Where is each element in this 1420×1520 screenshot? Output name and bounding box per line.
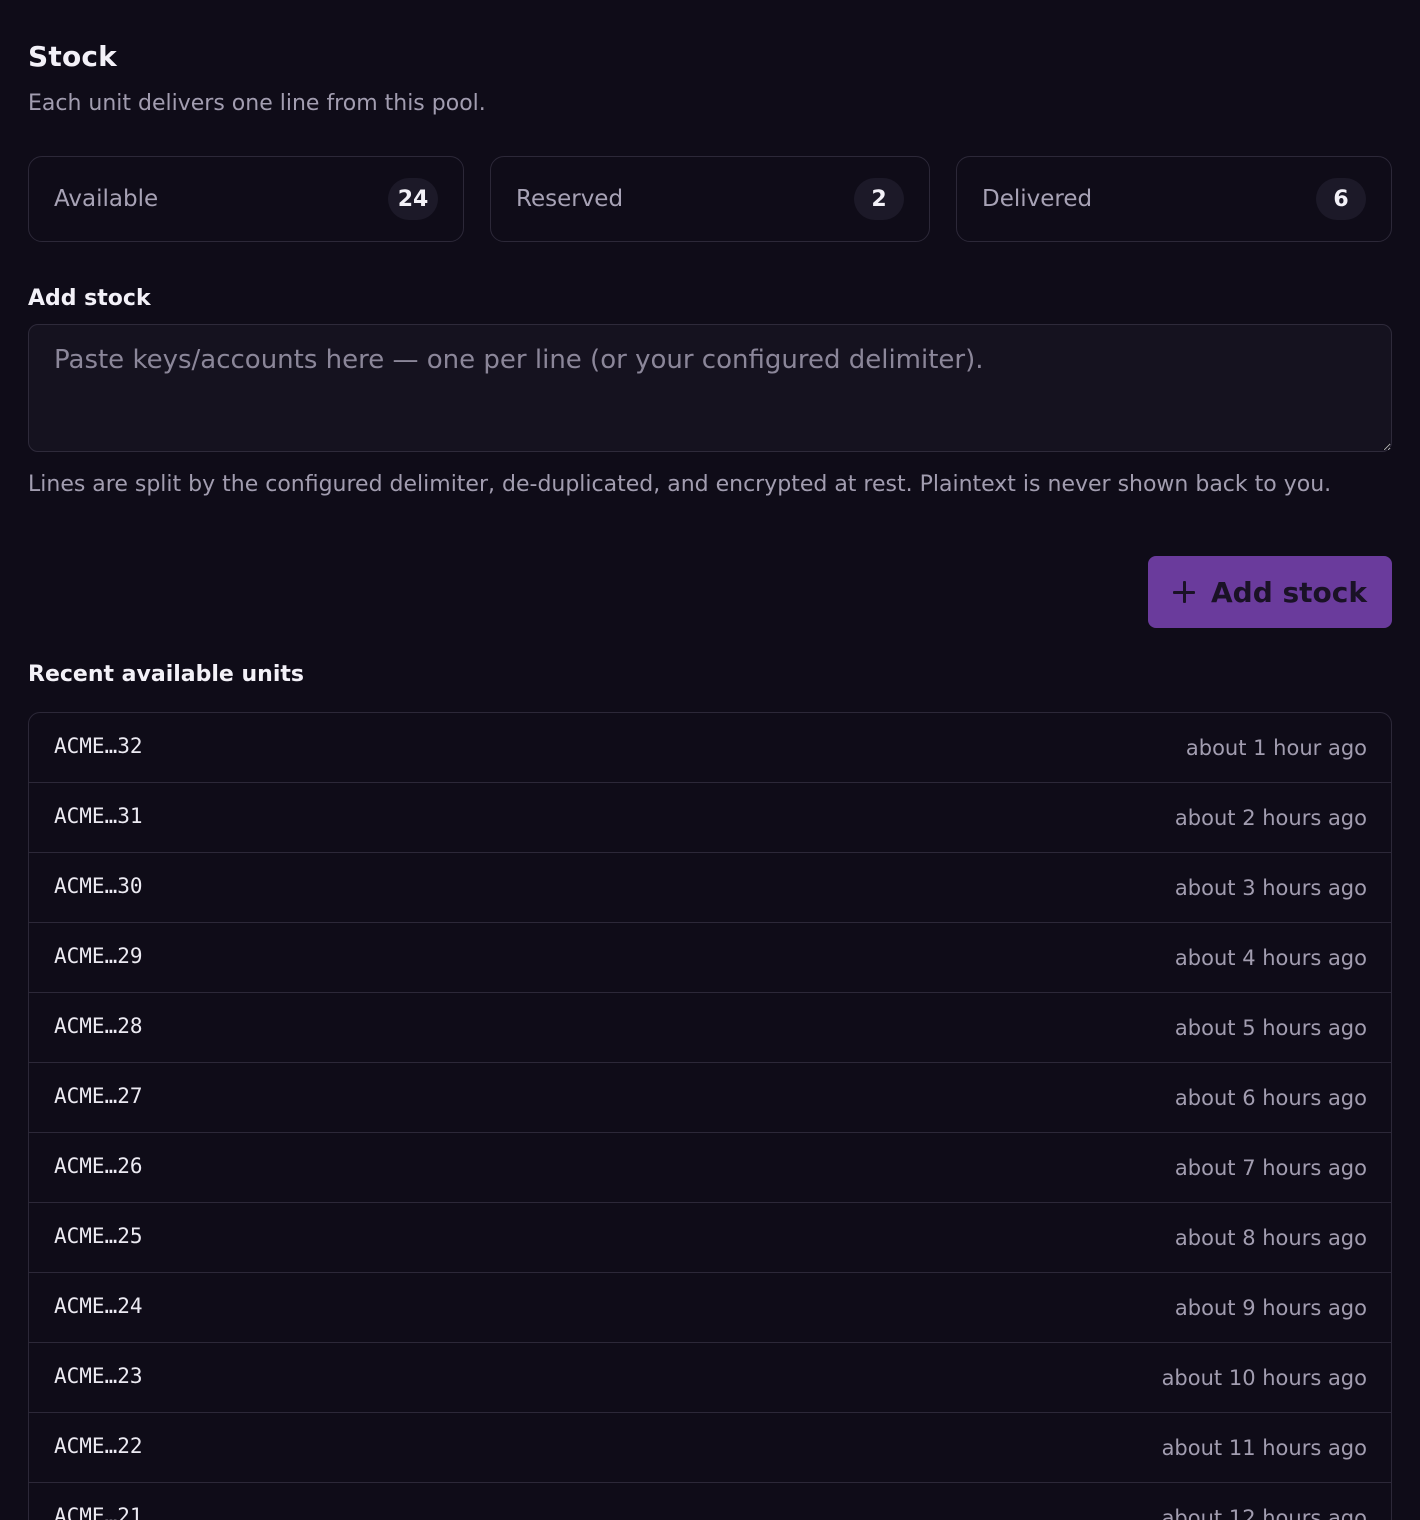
recent-units-list: ACME…32 about 1 hour ago ACME…31 about 2… bbox=[28, 712, 1392, 1520]
stat-count-badge: 6 bbox=[1316, 178, 1366, 220]
list-item: ACME…23 about 10 hours ago bbox=[29, 1343, 1391, 1413]
stat-count-badge: 2 bbox=[854, 178, 904, 220]
unit-code: ACME…28 bbox=[54, 1013, 143, 1038]
stat-label: Delivered bbox=[982, 186, 1093, 212]
list-item: ACME…32 about 1 hour ago bbox=[29, 713, 1391, 783]
list-item: ACME…24 about 9 hours ago bbox=[29, 1273, 1391, 1343]
list-item: ACME…26 about 7 hours ago bbox=[29, 1133, 1391, 1203]
list-item: ACME…29 about 4 hours ago bbox=[29, 923, 1391, 993]
stat-card-delivered: Delivered 6 bbox=[956, 156, 1392, 242]
unit-timestamp: about 3 hours ago bbox=[1174, 875, 1367, 900]
add-stock-helper-text: Lines are split by the configured delimi… bbox=[28, 472, 1332, 497]
unit-timestamp: about 5 hours ago bbox=[1174, 1015, 1367, 1040]
unit-timestamp: about 6 hours ago bbox=[1174, 1085, 1367, 1110]
recent-units-heading: Recent available units bbox=[28, 662, 304, 687]
unit-timestamp: about 9 hours ago bbox=[1174, 1295, 1367, 1320]
unit-timestamp: about 8 hours ago bbox=[1174, 1225, 1367, 1250]
unit-timestamp: about 7 hours ago bbox=[1174, 1155, 1367, 1180]
list-item: ACME…30 about 3 hours ago bbox=[29, 853, 1391, 923]
unit-code: ACME…29 bbox=[54, 943, 143, 968]
unit-code: ACME…25 bbox=[54, 1223, 143, 1248]
unit-timestamp: about 10 hours ago bbox=[1161, 1365, 1367, 1390]
unit-code: ACME…31 bbox=[54, 803, 143, 828]
add-stock-label: Add stock bbox=[28, 286, 151, 311]
stat-card-available: Available 24 bbox=[28, 156, 464, 242]
unit-code: ACME…21 bbox=[54, 1503, 143, 1520]
stat-label: Reserved bbox=[516, 186, 624, 212]
unit-timestamp: about 11 hours ago bbox=[1161, 1435, 1367, 1460]
list-item: ACME…21 about 12 hours ago bbox=[29, 1483, 1391, 1520]
page-subtitle: Each unit delivers one line from this po… bbox=[28, 91, 486, 116]
stock-input[interactable] bbox=[28, 324, 1392, 452]
unit-code: ACME…27 bbox=[54, 1083, 143, 1108]
unit-timestamp: about 4 hours ago bbox=[1174, 945, 1367, 970]
stat-card-reserved: Reserved 2 bbox=[490, 156, 930, 242]
unit-timestamp: about 2 hours ago bbox=[1174, 805, 1367, 830]
unit-code: ACME…32 bbox=[54, 733, 143, 758]
list-item: ACME…31 about 2 hours ago bbox=[29, 783, 1391, 853]
add-stock-button-label: Add stock bbox=[1210, 575, 1367, 609]
list-item: ACME…22 about 11 hours ago bbox=[29, 1413, 1391, 1483]
stat-count-badge: 24 bbox=[388, 178, 438, 220]
list-item: ACME…28 about 5 hours ago bbox=[29, 993, 1391, 1063]
unit-code: ACME…22 bbox=[54, 1433, 143, 1458]
unit-timestamp: about 1 hour ago bbox=[1185, 735, 1367, 760]
unit-code: ACME…23 bbox=[54, 1363, 143, 1388]
list-item: ACME…25 about 8 hours ago bbox=[29, 1203, 1391, 1273]
stock-stats: Available 24 Reserved 2 Delivered 6 bbox=[28, 156, 1392, 244]
stat-label: Available bbox=[54, 186, 159, 212]
unit-code: ACME…26 bbox=[54, 1153, 143, 1178]
plus-icon bbox=[1172, 581, 1195, 603]
unit-code: ACME…24 bbox=[54, 1293, 143, 1318]
unit-timestamp: about 12 hours ago bbox=[1161, 1505, 1367, 1520]
page-title: Stock bbox=[28, 40, 118, 73]
list-item: ACME…27 about 6 hours ago bbox=[29, 1063, 1391, 1133]
unit-code: ACME…30 bbox=[54, 873, 143, 898]
add-stock-button[interactable]: Add stock bbox=[1148, 556, 1392, 628]
